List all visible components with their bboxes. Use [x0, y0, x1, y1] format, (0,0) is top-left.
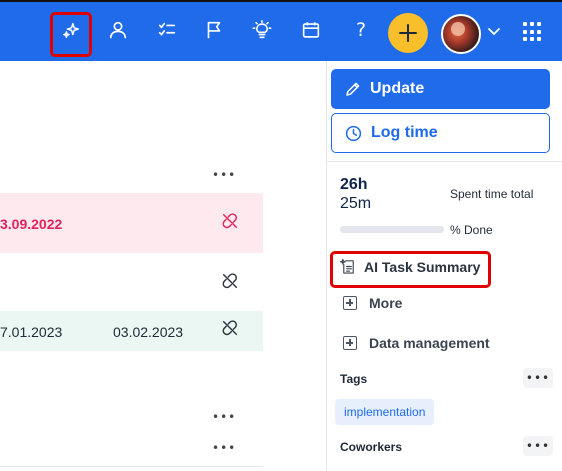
chevron-down-icon[interactable] [485, 22, 503, 40]
data-management-label: Data management [369, 335, 490, 351]
unlink-icon[interactable] [221, 319, 239, 337]
help-icon[interactable]: ? [348, 17, 374, 43]
row-more-button[interactable]: ••• [212, 168, 236, 182]
row-more-button[interactable]: ••• [212, 441, 236, 455]
update-button[interactable]: Update [331, 69, 550, 109]
plus-icon [399, 24, 417, 42]
log-time-label: Log time [371, 124, 438, 141]
row-more-button[interactable]: ••• [212, 410, 236, 424]
add-button[interactable] [388, 13, 428, 53]
more-label: More [369, 295, 403, 311]
pencil-icon [346, 82, 360, 96]
spent-hours: 26h [340, 176, 368, 193]
clock-icon [345, 125, 362, 141]
user-icon[interactable] [105, 17, 131, 43]
done-progress-bar [340, 226, 444, 233]
plus-square-icon [343, 336, 357, 350]
log-time-button[interactable]: Log time [331, 113, 550, 153]
tags-more-button[interactable]: ••• [523, 368, 553, 388]
panel-divider [327, 161, 562, 162]
spent-time-label: Spent time total [450, 187, 534, 201]
task-list-area: ••• 3.09.2022 7.01.2023 03.02.2023 ••• •… [0, 61, 326, 471]
spent-minutes: 25m [340, 195, 372, 212]
task-list-icon[interactable] [154, 17, 180, 43]
avatar[interactable] [441, 14, 481, 54]
coworkers-heading: Coworkers [340, 440, 403, 454]
update-label: Update [370, 80, 425, 97]
done-label: % Done [450, 223, 493, 237]
tags-heading: Tags [340, 372, 368, 386]
row-start-date: 7.01.2023 [0, 324, 63, 340]
tag-chip[interactable]: implementation [335, 399, 435, 425]
row-date: 3.09.2022 [0, 216, 63, 232]
ai-summary-highlight [330, 251, 491, 288]
calendar-icon[interactable] [298, 17, 324, 43]
unlink-icon[interactable] [221, 272, 239, 290]
more-button[interactable]: More [343, 295, 402, 311]
row-end-date: 03.02.2023 [113, 324, 184, 340]
data-management-button[interactable]: Data management [343, 335, 490, 351]
plus-square-icon [343, 296, 357, 310]
flag-icon[interactable] [201, 17, 227, 43]
apps-grid-icon[interactable] [523, 22, 543, 42]
unlink-icon[interactable] [221, 212, 239, 230]
ai-button-highlight [50, 12, 92, 57]
row-divider [0, 466, 263, 467]
coworkers-more-button[interactable]: ••• [523, 436, 553, 456]
lightbulb-icon[interactable] [249, 17, 275, 43]
